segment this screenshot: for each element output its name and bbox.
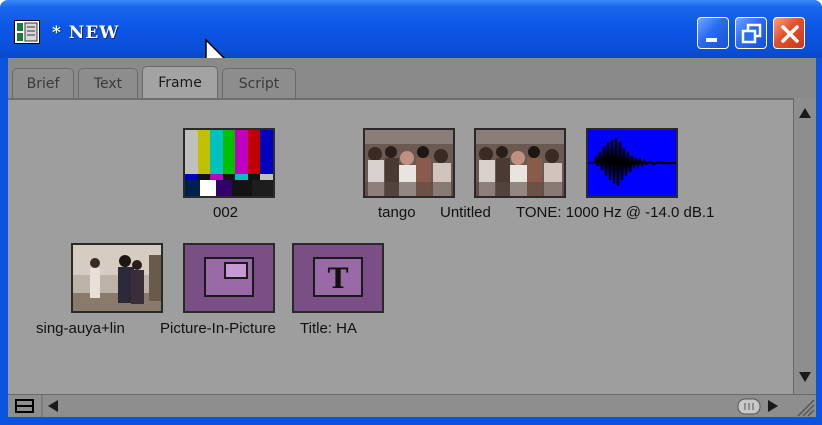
tab-script[interactable]: Script <box>222 68 296 98</box>
bin-window: * NEW Brief Text Frame Script 002 tango … <box>0 0 822 425</box>
tab-label: Frame <box>158 74 202 91</box>
tab-label: Script <box>238 75 280 92</box>
close-button[interactable] <box>773 17 805 49</box>
svg-text:T: T <box>328 262 349 295</box>
window-title: * NEW <box>52 23 120 43</box>
clip-thumbnail-tone[interactable] <box>586 128 678 198</box>
bin-app-icon <box>14 20 40 44</box>
tab-label: Text <box>93 75 123 92</box>
clip-thumbnail-untitled[interactable] <box>474 128 566 198</box>
horizontal-scrollbar[interactable] <box>8 394 816 418</box>
clip-label: Title: HA <box>300 320 357 337</box>
scroll-right-arrow-icon[interactable] <box>768 400 778 412</box>
clip-thumbnail-sing-auya[interactable] <box>71 243 163 313</box>
scroll-up-arrow-icon[interactable] <box>799 108 811 118</box>
clip-label: tango <box>378 204 416 221</box>
window-frame-bottom <box>0 417 822 425</box>
scroll-left-arrow-icon[interactable] <box>48 400 58 412</box>
restore-button[interactable] <box>735 17 767 49</box>
close-icon <box>781 25 799 43</box>
effect-thumbnail-pip[interactable] <box>183 243 275 313</box>
tab-strip: Brief Text Frame Script <box>8 58 816 98</box>
clip-thumbnail-002[interactable] <box>183 128 275 198</box>
bin-view-menu-icon[interactable] <box>15 399 34 413</box>
minimize-icon <box>706 38 717 42</box>
clip-label: sing-auya+lin <box>36 320 125 337</box>
title-bar[interactable]: * NEW <box>0 0 822 73</box>
clip-label: Picture-In-Picture <box>160 320 276 337</box>
frame-view[interactable]: 002 tango Untitled TONE: 1000 Hz @ -14.0… <box>8 98 793 394</box>
tab-brief[interactable]: Brief <box>12 68 74 98</box>
tab-label: Brief <box>26 75 60 92</box>
resize-grip-icon[interactable] <box>797 399 815 417</box>
scroll-thumb[interactable] <box>737 398 761 415</box>
clip-thumbnail-tango[interactable] <box>363 128 455 198</box>
tab-text[interactable]: Text <box>78 68 138 98</box>
effect-thumbnail-title[interactable]: T <box>292 243 384 313</box>
scroll-down-arrow-icon[interactable] <box>799 372 811 382</box>
minimize-button[interactable] <box>697 17 729 49</box>
tab-frame[interactable]: Frame <box>142 66 218 98</box>
clip-label: Untitled <box>440 204 491 221</box>
clip-label: 002 <box>213 204 239 221</box>
clip-label: TONE: 1000 Hz @ -14.0 dB.1 <box>516 204 715 221</box>
vertical-scrollbar[interactable] <box>793 98 816 394</box>
restore-icon <box>741 23 762 44</box>
